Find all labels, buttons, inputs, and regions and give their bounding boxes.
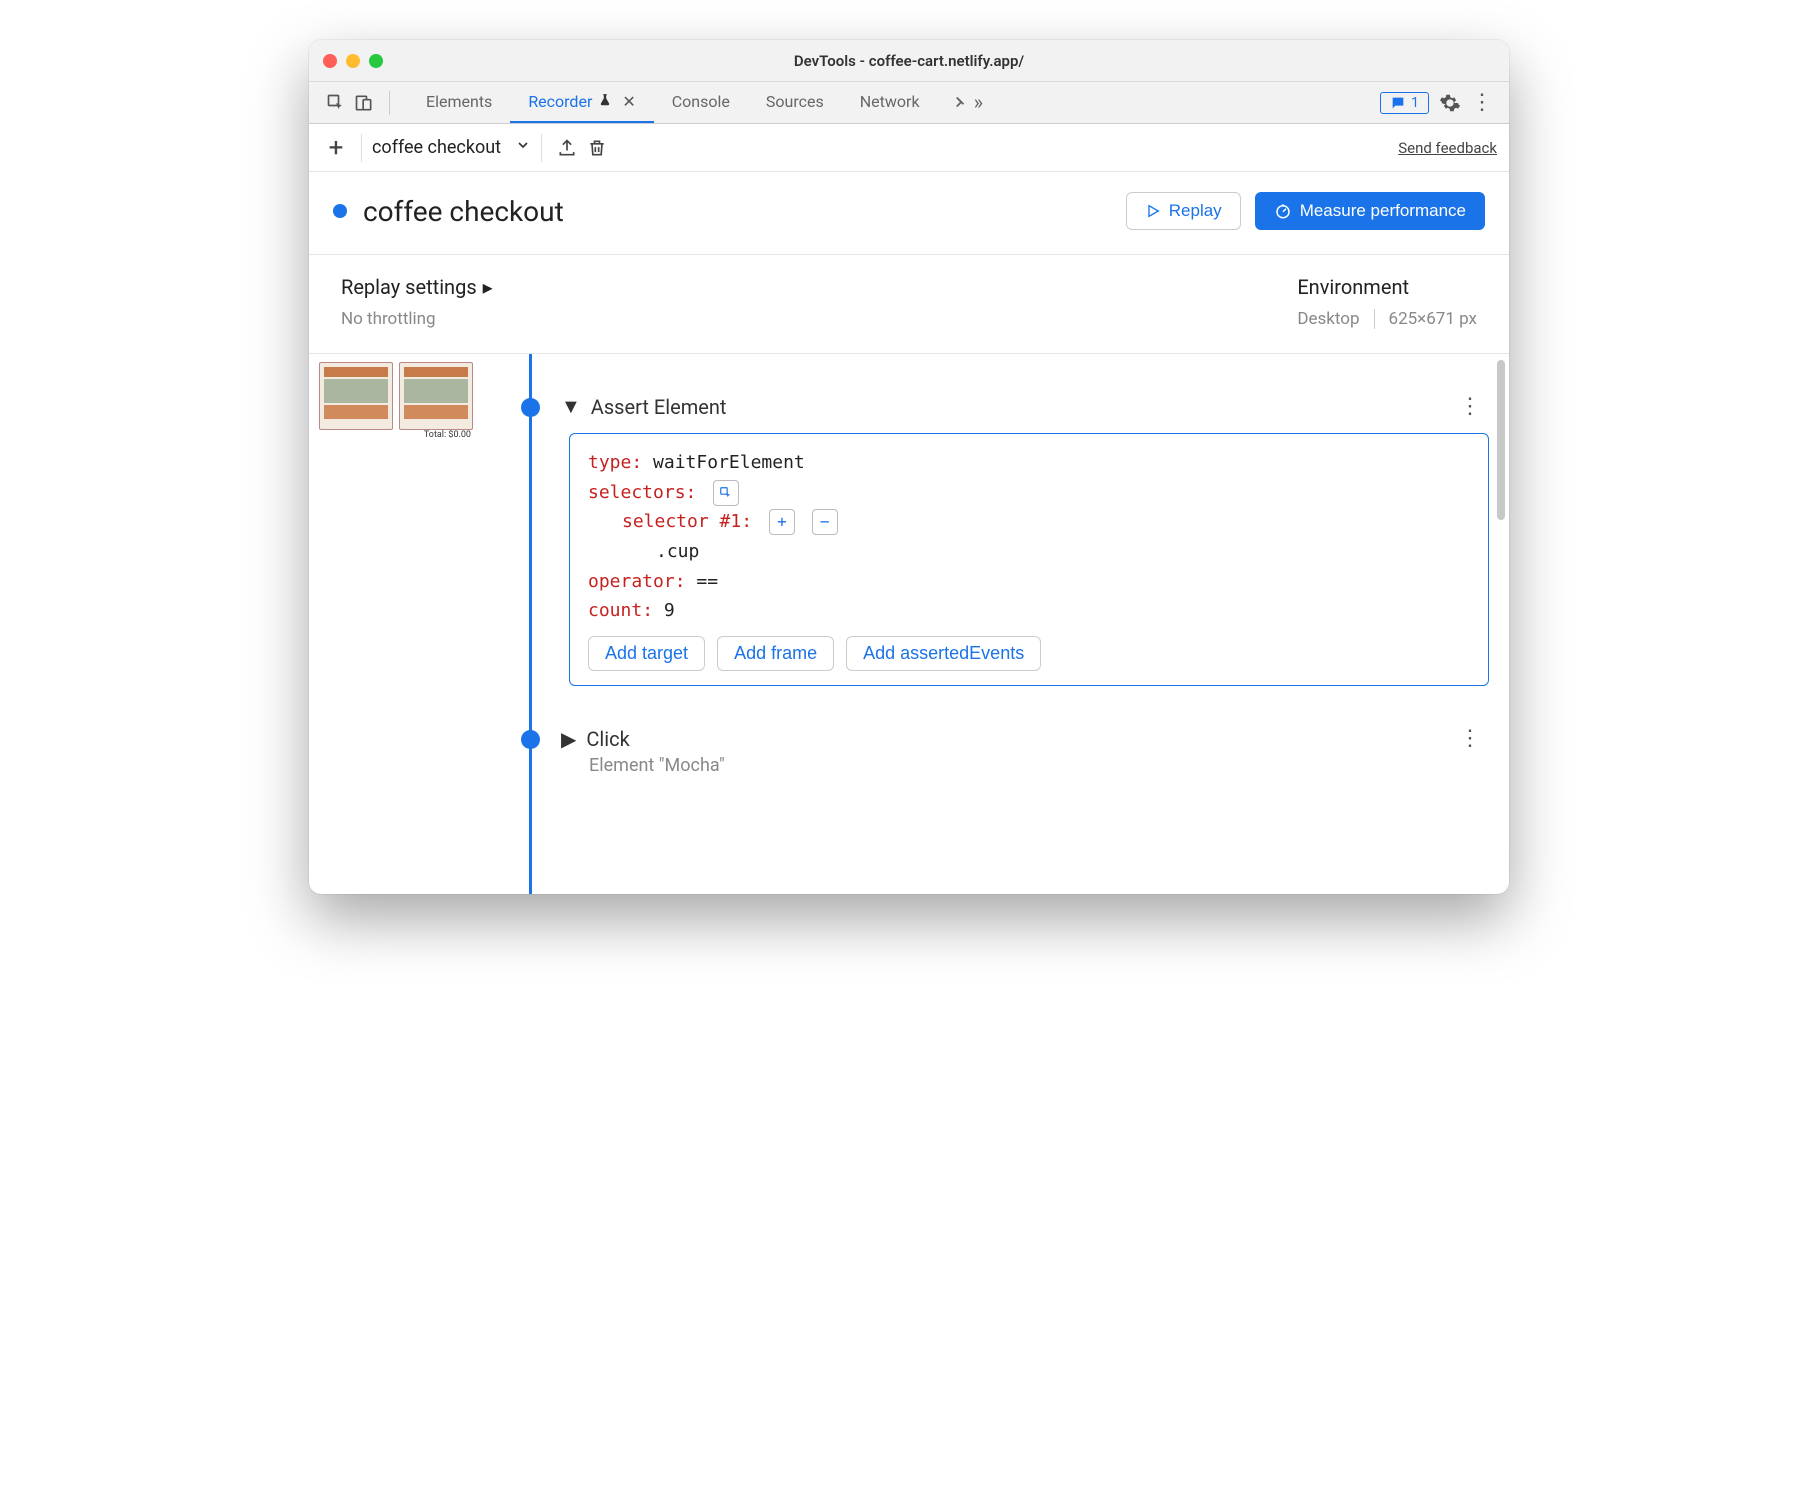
step-subtitle: Element "Mocha" <box>589 755 1489 776</box>
settings-icon[interactable] <box>1439 92 1461 114</box>
step-title: Click <box>586 727 629 751</box>
thumbnail-total: Total: $0.00 <box>399 430 473 440</box>
collapse-step-icon[interactable]: ▼ <box>561 394 581 419</box>
step-body: type: waitForElement selectors: selector… <box>569 433 1489 686</box>
screenshot-thumbnails: Total: $0.00 <box>309 354 499 894</box>
divider <box>389 91 390 115</box>
recording-title: coffee checkout <box>363 195 564 228</box>
more-tabs-icon[interactable]: » <box>938 82 995 123</box>
divider <box>361 134 362 162</box>
new-recording-icon[interactable]: + <box>321 133 351 163</box>
steps-area: Total: $0.00 ▼ Assert Element ⋮ type: wa… <box>309 354 1509 894</box>
device-value: Desktop <box>1297 309 1359 329</box>
export-icon[interactable] <box>552 133 582 163</box>
prop-value-operator[interactable]: == <box>696 571 718 592</box>
kebab-menu-icon[interactable]: ⋮ <box>1471 92 1493 114</box>
step-click: ▶ Click ⋮ Element "Mocha" <box>499 726 1489 776</box>
device-toolbar-icon[interactable] <box>353 92 375 114</box>
chevron-right-icon: ▸ <box>483 275 493 299</box>
delete-icon[interactable] <box>582 133 612 163</box>
replay-settings-toggle[interactable]: Replay settings ▸ <box>341 275 493 299</box>
tab-label: Elements <box>426 92 492 111</box>
messages-count: 1 <box>1411 95 1419 111</box>
titlebar: DevTools - coffee-cart.netlify.app/ <box>309 40 1509 82</box>
prop-value-type[interactable]: waitForElement <box>653 452 805 473</box>
tab-console[interactable]: Console <box>654 82 748 123</box>
prop-key-type: type <box>588 452 631 473</box>
add-asserted-events-button[interactable]: Add assertedEvents <box>846 636 1041 671</box>
step-dot <box>521 398 540 417</box>
scrollbar[interactable] <box>1497 360 1505 520</box>
settings-row: Replay settings ▸ No throttling Environm… <box>309 255 1509 354</box>
tab-label: Sources <box>766 92 824 111</box>
tab-elements[interactable]: Elements <box>408 82 510 123</box>
tab-recorder[interactable]: Recorder ✕ <box>510 82 653 123</box>
replay-button[interactable]: Replay <box>1126 192 1241 230</box>
timeline: ▼ Assert Element ⋮ type: waitForElement … <box>499 354 1509 894</box>
replay-label: Replay <box>1169 201 1222 221</box>
recorder-toolbar: + coffee checkout Send feedback <box>309 124 1509 172</box>
prop-key-operator: operator <box>588 571 675 592</box>
environment-label: Environment <box>1297 275 1409 299</box>
step-thumbnail[interactable]: Total: $0.00 <box>399 362 473 440</box>
divider <box>541 134 542 162</box>
step-thumbnail[interactable] <box>319 362 393 440</box>
measure-label: Measure performance <box>1300 201 1466 221</box>
chevron-down-icon <box>515 137 531 158</box>
step-title: Assert Element <box>591 395 727 419</box>
throttling-value: No throttling <box>341 309 493 329</box>
prop-key-count: count <box>588 600 642 621</box>
messages-badge[interactable]: 1 <box>1380 92 1429 114</box>
flask-icon <box>598 92 612 111</box>
selector-value[interactable]: .cup <box>656 541 699 562</box>
prop-key-selectors: selectors <box>588 482 686 503</box>
close-tab-icon[interactable]: ✕ <box>622 92 635 111</box>
step-kebab-icon[interactable]: ⋮ <box>1451 394 1489 419</box>
selector-label: selector #1 <box>622 511 741 532</box>
viewport-value: 625×671 px <box>1389 309 1477 329</box>
measure-performance-button[interactable]: Measure performance <box>1255 192 1485 230</box>
tab-strip: Elements Recorder ✕ Console Sources Netw… <box>309 82 1509 124</box>
tab-label: Console <box>672 92 730 111</box>
step-dot <box>521 730 540 749</box>
replay-settings-label: Replay settings <box>341 275 477 299</box>
expand-step-icon[interactable]: ▶ <box>561 727 576 751</box>
window-title: DevTools - coffee-cart.netlify.app/ <box>309 52 1509 70</box>
devtools-window: DevTools - coffee-cart.netlify.app/ Elem… <box>309 40 1509 894</box>
tab-label: Network <box>860 92 920 111</box>
remove-selector-icon[interactable]: − <box>812 509 838 535</box>
step-assert-element: ▼ Assert Element ⋮ type: waitForElement … <box>499 394 1489 686</box>
prop-value-count[interactable]: 9 <box>664 600 675 621</box>
tab-sources[interactable]: Sources <box>748 82 842 123</box>
recording-status-dot <box>333 204 347 218</box>
recording-name: coffee checkout <box>372 137 501 158</box>
recording-header: coffee checkout Replay Measure performan… <box>309 172 1509 255</box>
add-target-button[interactable]: Add target <box>588 636 705 671</box>
tab-label: Recorder <box>528 92 592 111</box>
tab-network[interactable]: Network <box>842 82 938 123</box>
recording-selector[interactable]: coffee checkout <box>372 137 531 158</box>
inspect-element-icon[interactable] <box>325 92 347 114</box>
divider <box>1374 309 1375 329</box>
add-frame-button[interactable]: Add frame <box>717 636 834 671</box>
send-feedback-link[interactable]: Send feedback <box>1398 139 1497 157</box>
add-selector-icon[interactable]: + <box>769 509 795 535</box>
pick-selector-icon[interactable] <box>713 480 739 506</box>
step-kebab-icon[interactable]: ⋮ <box>1451 726 1489 751</box>
